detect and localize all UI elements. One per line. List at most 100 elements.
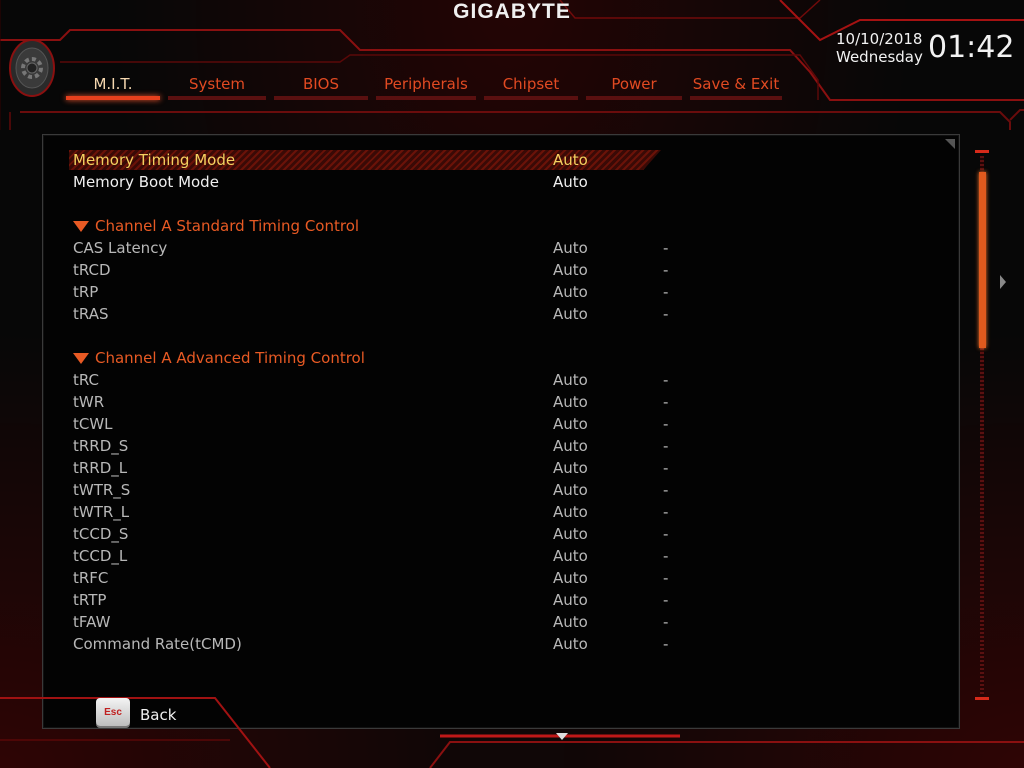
setting-value: Auto [553,437,588,455]
setting-tcwl[interactable]: tCWL Auto - [73,413,668,435]
tab-peripherals[interactable]: Peripherals [372,72,480,100]
date-display: 10/10/2018 Wednesday [836,30,923,66]
setting-label: tRTP [73,591,107,609]
setting-value: Auto [553,481,588,499]
header: GIGABYTE M.I.T. System BIOS Peripherals … [0,0,1024,130]
setting-value: Auto [553,283,588,301]
setting-label: tFAW [73,613,111,631]
tab-save-exit[interactable]: Save & Exit [686,72,786,100]
current-value: - [663,503,669,521]
setting-tras[interactable]: tRAS Auto - [73,303,668,325]
setting-twtr-l[interactable]: tWTR_L Auto - [73,501,668,523]
setting-value: Auto [553,503,588,521]
setting-trc[interactable]: tRC Auto - [73,369,668,391]
current-value: - [663,261,669,279]
setting-label: tCWL [73,415,113,433]
tab-bios-label: BIOS [302,75,340,93]
setting-label: Command Rate(tCMD) [73,635,242,653]
date-text: 10/10/2018 [836,30,923,48]
setting-trrd-l[interactable]: tRRD_L Auto - [73,457,668,479]
setting-cas-latency[interactable]: CAS Latency Auto - [73,237,668,259]
esc-key-icon: Esc [96,698,130,726]
setting-value: Auto [553,371,588,389]
collapse-triangle-icon [73,353,89,364]
setting-tfaw[interactable]: tFAW Auto - [73,611,668,633]
setting-label: tCCD_S [73,525,129,543]
current-value: - [663,613,669,631]
section-title: Channel A Advanced Timing Control [95,349,365,367]
settings-gear-icon [9,39,55,97]
tab-chipset-label: Chipset [502,75,560,93]
brand-logo: GIGABYTE [453,0,571,23]
current-value: - [663,481,669,499]
setting-value: Auto [553,569,588,587]
section-title: Channel A Standard Timing Control [95,217,360,235]
current-value: - [663,437,669,455]
current-value: - [663,415,669,433]
current-value: - [663,591,669,609]
panel-corner-marker [945,139,955,149]
setting-memory-boot-mode[interactable]: Memory Boot Mode Auto [73,171,663,193]
current-value: - [663,393,669,411]
setting-value: Auto [553,415,588,433]
collapse-triangle-icon [73,221,89,232]
tab-mit[interactable]: M.I.T. [62,72,164,100]
scrollbar-bottom-cap [975,697,989,700]
setting-label: tRRD_L [73,459,128,477]
clock-time: 01:42 [928,30,1015,65]
scrollbar-top-cap [975,150,989,153]
setting-label: tWTR_L [73,503,130,521]
setting-label: tRRD_S [73,437,129,455]
tab-bios[interactable]: BIOS [270,72,372,100]
setting-value: Auto [553,305,588,323]
back-label: Back [140,706,177,724]
setting-value: Auto [553,239,588,257]
back-button[interactable]: Esc Back [96,698,216,742]
tab-mit-label: M.I.T. [93,75,133,93]
setting-trfc[interactable]: tRFC Auto - [73,567,668,589]
setting-twtr-s[interactable]: tWTR_S Auto - [73,479,668,501]
setting-label: tRFC [73,569,109,587]
setting-tccd-l[interactable]: tCCD_L Auto - [73,545,668,567]
current-value: - [663,459,669,477]
setting-twr[interactable]: tWR Auto - [73,391,668,413]
current-value: - [663,239,669,257]
setting-memory-timing-mode[interactable]: Memory Timing Mode Auto [73,149,663,171]
setting-trtp[interactable]: tRTP Auto - [73,589,668,611]
setting-value: Auto [553,151,588,169]
tab-power[interactable]: Power [582,72,686,100]
setting-value: Auto [553,261,588,279]
scrollbar-thumb[interactable] [979,172,986,348]
setting-value: Auto [553,635,588,653]
setting-label: Memory Boot Mode [73,173,219,191]
setting-trcd[interactable]: tRCD Auto - [73,259,668,281]
current-value: - [663,305,669,323]
setting-label: tWR [73,393,105,411]
section-standard-timing[interactable]: Channel A Standard Timing Control [73,215,663,237]
weekday-text: Wednesday [836,48,923,66]
setting-label: CAS Latency [73,239,168,257]
setting-value: Auto [553,591,588,609]
tab-system-label: System [189,75,245,93]
setting-label: tRC [73,371,100,389]
tab-system[interactable]: System [164,72,270,100]
setting-trrd-s[interactable]: tRRD_S Auto - [73,435,668,457]
section-advanced-timing[interactable]: Channel A Advanced Timing Control [73,347,663,369]
current-value: - [663,547,669,565]
setting-tccd-s[interactable]: tCCD_S Auto - [73,523,668,545]
settings-panel: Memory Timing Mode Auto Memory Boot Mode… [42,134,960,729]
tab-chipset[interactable]: Chipset [480,72,582,100]
setting-value: Auto [553,459,588,477]
tab-power-label: Power [611,75,657,93]
setting-value: Auto [553,173,588,191]
setting-command-rate[interactable]: Command Rate(tCMD) Auto - [73,633,668,655]
setting-label: tWTR_S [73,481,131,499]
setting-label: tRP [73,283,99,301]
scrollbar[interactable] [975,150,989,702]
current-value: - [663,283,669,301]
main-tabs: M.I.T. System BIOS Peripherals Chipset P… [62,72,786,100]
current-value: - [663,525,669,543]
setting-label: tRCD [73,261,111,279]
setting-value: Auto [553,547,588,565]
setting-trp[interactable]: tRP Auto - [73,281,668,303]
